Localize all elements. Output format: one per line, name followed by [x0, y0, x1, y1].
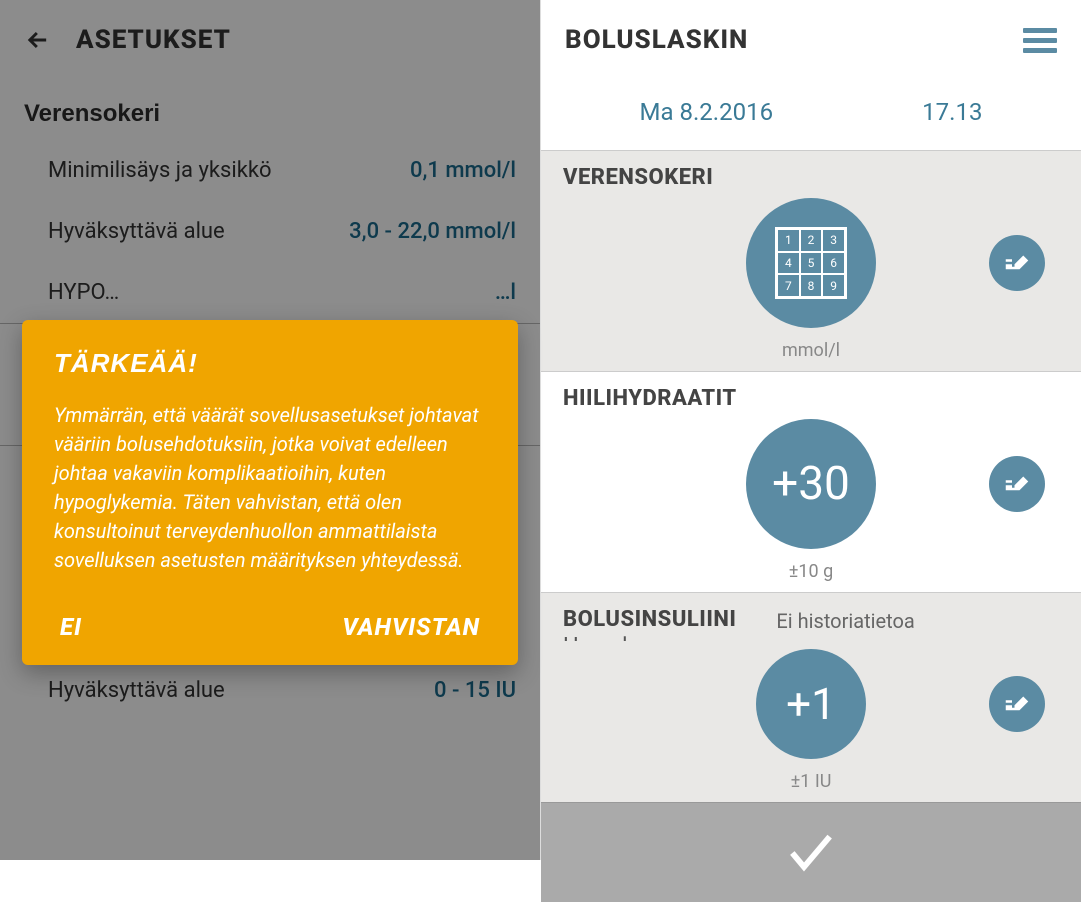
confirm-bar[interactable] [541, 802, 1081, 902]
carbs-value: +30 [772, 457, 850, 511]
pencil-icon [1002, 689, 1032, 719]
edit-button[interactable] [989, 676, 1045, 732]
calculator-title: BOLUSLASKIN [565, 25, 748, 55]
checkmark-icon [783, 825, 839, 881]
pencil-icon [1002, 469, 1032, 499]
keypad-icon: 123456789 [775, 227, 847, 299]
edit-button[interactable] [989, 235, 1045, 291]
bolus-heading: BOLUSINSULIINI [563, 607, 736, 632]
pencil-icon [1002, 248, 1032, 278]
bolus-section: BOLUSINSULIINI Humalog Mukautusarvo Ei h… [541, 592, 1081, 802]
menu-icon[interactable] [1023, 28, 1057, 53]
carbs-heading: HIILIHYDRAATIT [563, 386, 1059, 411]
modal-actions: EI VAHVISTAN [54, 613, 486, 641]
bg-heading: VERENSOKERI [563, 165, 1059, 190]
carbs-input-body: +30 [541, 411, 1081, 557]
datetime-row: Ma 8.2.2016 17.13 [541, 80, 1081, 150]
bolus-unit: ±1 IU [541, 767, 1081, 802]
modal-title: TÄRKEÄÄ! [54, 348, 486, 379]
calculator-pane: BOLUSLASKIN Ma 8.2.2016 17.13 VERENSOKER… [540, 0, 1081, 860]
bg-unit: mmol/l [541, 336, 1081, 371]
bloodglucose-section: VERENSOKERI 123456789 mmol/l [541, 150, 1081, 371]
date-value[interactable]: Ma 8.2.2016 [640, 98, 774, 126]
calculator-header: BOLUSLASKIN [541, 0, 1081, 80]
carbs-value-button[interactable]: +30 [746, 419, 876, 549]
bg-input-body: 123456789 [541, 190, 1081, 336]
deny-button[interactable]: EI [60, 613, 82, 641]
carbs-unit: ±10 g [541, 557, 1081, 592]
bolus-input-body: +1 [541, 641, 1081, 767]
confirm-button[interactable]: VAHVISTAN [342, 613, 480, 641]
modal-body: Ymmärrän, että väärät sovellusasetukset … [54, 401, 486, 575]
settings-pane: ASETUKSET Verensokeri Minimilisäys ja yk… [0, 0, 540, 860]
bolus-value-button[interactable]: +1 [756, 649, 866, 759]
edit-button[interactable] [989, 456, 1045, 512]
important-modal: TÄRKEÄÄ! Ymmärrän, että väärät sovellusa… [22, 320, 518, 665]
carbs-section: HIILIHYDRAATIT +30 ±10 g [541, 371, 1081, 592]
time-value[interactable]: 17.13 [922, 98, 982, 126]
bg-keypad-button[interactable]: 123456789 [746, 198, 876, 328]
bolus-value: +1 [786, 678, 836, 730]
